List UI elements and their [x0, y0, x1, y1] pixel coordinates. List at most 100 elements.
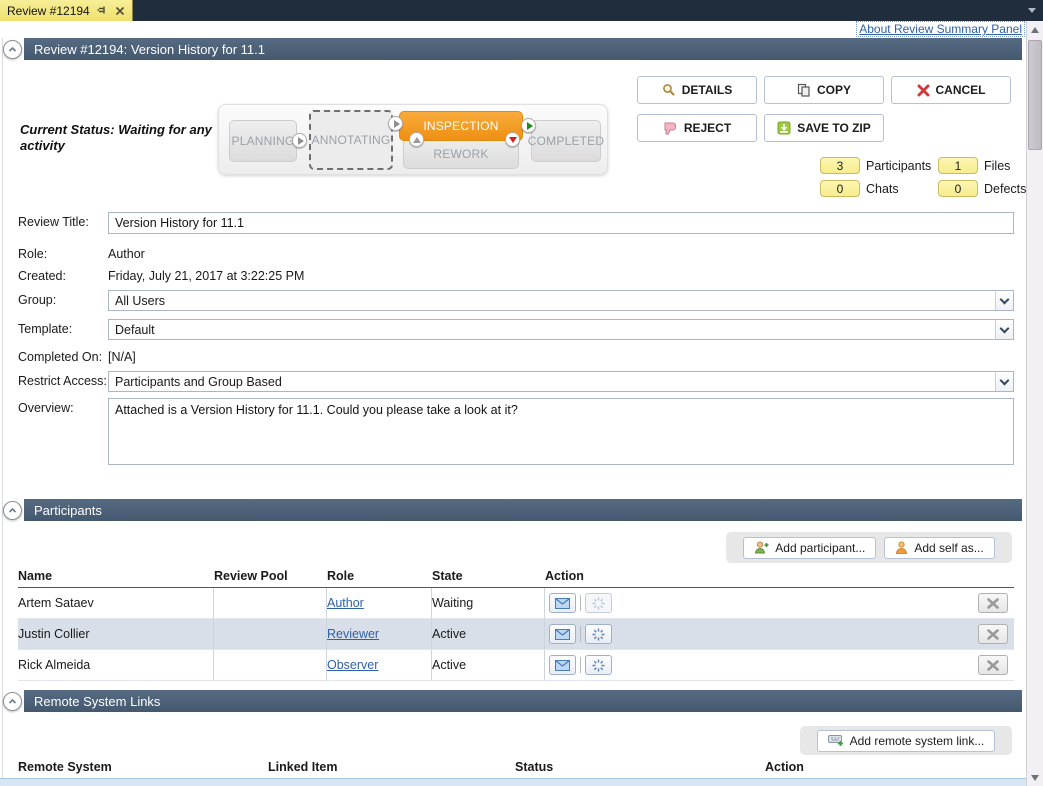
participant-name: Artem Sataev — [18, 588, 214, 619]
add-remote-system-link-button[interactable]: Add remote system link... — [817, 730, 996, 752]
help-strip: About Review Summary Panel — [0, 21, 1026, 38]
envelope-icon — [555, 629, 570, 640]
details-label: DETAILS — [682, 83, 732, 97]
scroll-up-button[interactable] — [1027, 21, 1043, 38]
details-button[interactable]: DETAILS — [637, 76, 757, 104]
participant-name: Justin Collier — [18, 619, 214, 650]
remote-section-header[interactable]: Remote System Links — [24, 690, 1022, 712]
poke-icon — [592, 659, 605, 672]
participants-count-badge: 3 — [820, 157, 860, 174]
collapse-summary-button[interactable] — [3, 40, 22, 59]
pin-icon[interactable] — [97, 5, 108, 16]
email-participant-button[interactable] — [549, 593, 576, 613]
vertical-scrollbar[interactable] — [1026, 21, 1043, 786]
remote-toolbar: Add remote system link... — [800, 726, 1012, 755]
workflow-advance-icon[interactable] — [521, 118, 536, 133]
participant-row[interactable]: Artem Sataev Author Waiting — [18, 588, 1014, 619]
collapse-participants-button[interactable] — [3, 501, 22, 520]
add-self-as-label: Add self as... — [914, 541, 983, 555]
scroll-up-icon — [1031, 27, 1039, 33]
participant-row-selected[interactable]: Justin Collier Reviewer Active — [18, 619, 1014, 650]
about-review-summary-link[interactable]: About Review Summary Panel — [856, 21, 1025, 37]
overview-textarea[interactable]: Attached is a Version History for 11.1. … — [108, 398, 1014, 465]
person-icon — [895, 541, 908, 554]
copy-icon — [797, 83, 811, 97]
poke-participant-button[interactable] — [585, 624, 612, 644]
completed-on-label: Completed On: — [18, 347, 108, 364]
restrict-access-select-value: Participants and Group Based — [109, 375, 995, 389]
envelope-icon — [555, 660, 570, 671]
participant-state: Active — [432, 619, 545, 650]
summary-section-header[interactable]: Review #12194: Version History for 11.1 — [24, 38, 1022, 60]
template-row: Template: Default — [18, 319, 1014, 340]
workflow-diagram: PLANNING ANNOTATING INSPECTION REWORK CO… — [218, 104, 608, 175]
tab-list-chevron-icon[interactable] — [1028, 8, 1036, 13]
tab-bar: Review #12194 — [0, 0, 1043, 21]
tab-review[interactable]: Review #12194 — [0, 0, 133, 21]
group-select[interactable]: All Users — [108, 290, 1014, 311]
participants-section-title: Participants — [34, 503, 102, 518]
add-self-as-button[interactable]: Add self as... — [884, 537, 994, 559]
template-select[interactable]: Default — [108, 319, 1014, 340]
action-divider — [580, 626, 581, 642]
participant-row[interactable]: Rick Almeida Observer Active — [18, 650, 1014, 681]
created-label: Created: — [18, 266, 108, 283]
participants-section-header[interactable]: Participants — [24, 499, 1022, 521]
restrict-access-select[interactable]: Participants and Group Based — [108, 371, 1014, 392]
participant-pool — [214, 588, 327, 619]
delete-x-icon — [987, 660, 999, 671]
workflow-stage-planning: PLANNING — [229, 120, 297, 162]
col-action: Action — [545, 566, 1014, 588]
completed-on-value: [N/A] — [108, 347, 136, 364]
group-label: Group: — [18, 290, 108, 307]
action-divider — [580, 657, 581, 673]
save-zip-icon — [777, 121, 791, 135]
chevron-down-icon[interactable] — [995, 320, 1013, 339]
review-title-input[interactable] — [108, 212, 1014, 234]
workflow-up-icon[interactable] — [409, 132, 424, 147]
remove-participant-button[interactable] — [978, 655, 1008, 675]
panel-left-border — [2, 38, 3, 778]
summary-section-title: Review #12194: Version History for 11.1 — [34, 42, 265, 57]
save-to-zip-button[interactable]: SAVE TO ZIP — [764, 114, 884, 142]
close-icon[interactable] — [115, 6, 125, 16]
add-person-icon — [754, 541, 769, 554]
cancel-button[interactable]: CANCEL — [891, 76, 1011, 104]
participant-role-link[interactable]: Reviewer — [327, 627, 379, 641]
col-action: Action — [765, 758, 1014, 779]
remove-participant-button[interactable] — [978, 624, 1008, 644]
current-status-text: Current Status: Waiting for any activity — [20, 122, 220, 155]
poke-icon — [592, 597, 605, 610]
red-x-icon — [917, 84, 930, 97]
workflow-stage-annotating: ANNOTATING — [309, 110, 393, 170]
workflow-forward-icon — [388, 116, 403, 131]
workflow-stage-completed: COMPLETED — [531, 120, 601, 162]
scrollbar-thumb[interactable] — [1028, 40, 1042, 150]
copy-button[interactable]: COPY — [764, 76, 884, 104]
restrict-access-label: Restrict Access: — [18, 371, 108, 388]
chevron-down-icon[interactable] — [995, 372, 1013, 391]
participant-state: Active — [432, 650, 545, 681]
workflow-down-icon[interactable] — [505, 132, 520, 147]
collapse-remote-button[interactable] — [3, 692, 22, 711]
reject-button[interactable]: REJECT — [637, 114, 757, 142]
chevron-down-icon[interactable] — [995, 291, 1013, 310]
participant-role-link[interactable]: Observer — [327, 658, 378, 672]
email-participant-button[interactable] — [549, 655, 576, 675]
copy-label: COPY — [817, 83, 851, 97]
participant-pool — [214, 650, 327, 681]
email-participant-button[interactable] — [549, 624, 576, 644]
remove-participant-button[interactable] — [978, 593, 1008, 613]
group-select-value: All Users — [109, 294, 995, 308]
participants-table-header: Name Review Pool Role State Action — [18, 566, 1014, 588]
scroll-down-icon — [1031, 775, 1039, 781]
col-remote-system: Remote System — [18, 758, 268, 779]
add-participant-button[interactable]: Add participant... — [743, 537, 876, 559]
overview-label: Overview: — [18, 398, 108, 415]
restrict-access-row: Restrict Access: Participants and Group … — [18, 371, 1014, 392]
participant-pool — [214, 619, 327, 650]
poke-participant-button[interactable] — [585, 655, 612, 675]
participant-role-link[interactable]: Author — [327, 596, 364, 610]
remote-section-title: Remote System Links — [34, 694, 160, 709]
scroll-down-button[interactable] — [1027, 769, 1043, 786]
